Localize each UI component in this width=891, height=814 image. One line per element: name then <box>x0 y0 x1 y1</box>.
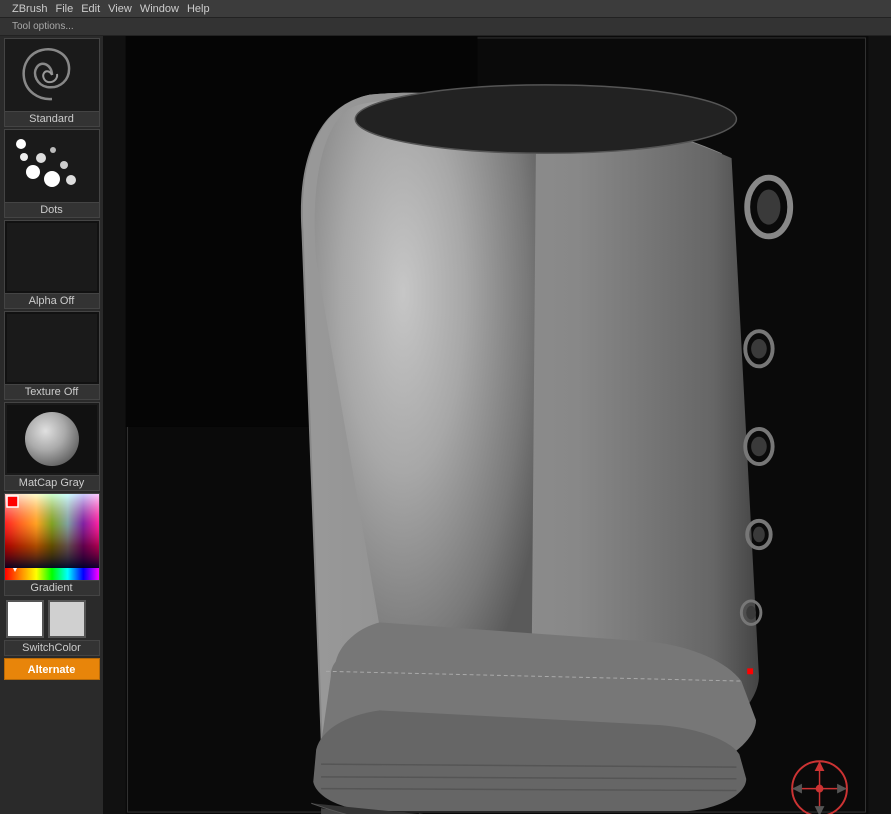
menu-view[interactable]: View <box>104 3 136 15</box>
menu-window[interactable]: Window <box>136 3 183 15</box>
main-area: Standard Dots <box>0 36 891 814</box>
switch-color-swatches <box>4 598 100 640</box>
texture-preview <box>7 314 97 382</box>
matcap-preview <box>7 405 97 473</box>
gradient-label: Gradient <box>4 581 100 596</box>
dots-brush-label: Dots <box>4 203 100 218</box>
viewport[interactable] <box>103 36 891 814</box>
color-picker-section[interactable]: Gradient <box>4 493 100 596</box>
menu-zbrush[interactable]: ZBrush <box>8 3 51 15</box>
standard-brush-label: Standard <box>4 112 100 127</box>
menu-edit[interactable]: Edit <box>77 3 104 15</box>
dots-brush-item[interactable]: Dots <box>4 129 100 218</box>
color-picker[interactable] <box>4 493 100 581</box>
dots-container <box>8 133 96 199</box>
switch-color-section[interactable]: SwitchColor <box>4 598 100 656</box>
viewport-svg <box>103 36 891 814</box>
spiral-icon <box>22 45 82 105</box>
standard-brush-item[interactable]: Standard <box>4 38 100 127</box>
switch-color-label: SwitchColor <box>4 640 100 656</box>
texture-off-label: Texture Off <box>4 385 100 400</box>
model-display <box>103 36 891 814</box>
toolbar-item[interactable]: Tool options... <box>8 21 78 32</box>
dots-brush-preview <box>4 129 100 203</box>
menu-file[interactable]: File <box>51 3 77 15</box>
menu-bar: ZBrush File Edit View Window Help <box>0 0 891 18</box>
secondary-color-swatch[interactable] <box>48 600 86 638</box>
menu-help[interactable]: Help <box>183 3 214 15</box>
matcap-gray-label: MatCap Gray <box>4 476 100 491</box>
matcap-gray-preview <box>4 402 100 476</box>
alpha-off-item[interactable]: Alpha Off <box>4 220 100 309</box>
color-gradient-svg <box>5 494 99 580</box>
standard-brush-preview <box>4 38 100 112</box>
texture-off-preview <box>4 311 100 385</box>
alpha-off-label: Alpha Off <box>4 294 100 309</box>
left-sidebar: Standard Dots <box>0 36 103 814</box>
alternate-button[interactable]: Alternate <box>4 658 100 680</box>
primary-color-swatch[interactable] <box>6 600 44 638</box>
texture-off-item[interactable]: Texture Off <box>4 311 100 400</box>
alpha-off-preview <box>4 220 100 294</box>
second-toolbar: Tool options... <box>0 18 891 36</box>
matcap-sphere <box>25 412 79 466</box>
alpha-preview <box>7 223 97 291</box>
matcap-gray-item[interactable]: MatCap Gray <box>4 402 100 491</box>
